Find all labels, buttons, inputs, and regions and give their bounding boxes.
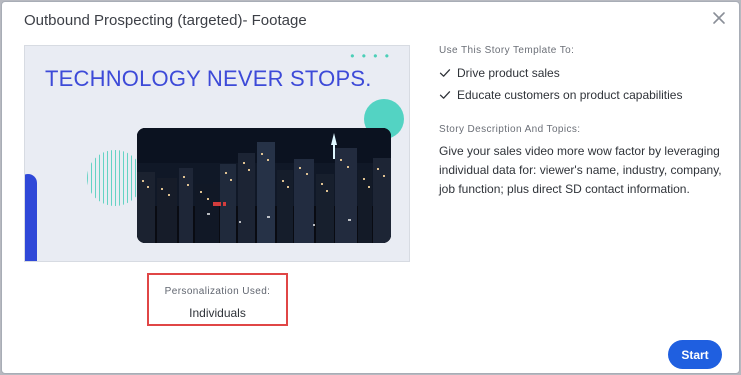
purpose-list: Drive product sales Educate customers on… bbox=[439, 66, 729, 102]
personalization-label: Personalization Used: bbox=[164, 286, 271, 297]
purpose-item: Educate customers on product capabilitie… bbox=[439, 88, 729, 102]
city-skyline-illustration bbox=[137, 128, 391, 243]
striped-circle-shape bbox=[87, 150, 143, 206]
purpose-item: Drive product sales bbox=[439, 66, 729, 80]
carousel-dots: • • • • bbox=[350, 49, 391, 63]
thumbnail-headline: TECHNOLOGY NEVER STOPS. bbox=[45, 66, 372, 91]
start-button[interactable]: Start bbox=[668, 340, 722, 369]
check-icon bbox=[439, 89, 451, 101]
close-button[interactable] bbox=[711, 10, 727, 26]
purpose-section-label: Use This Story Template To: bbox=[439, 45, 575, 56]
purpose-item-label: Drive product sales bbox=[457, 66, 560, 80]
story-description: Give your sales video more wow factor by… bbox=[439, 144, 722, 196]
check-icon bbox=[439, 67, 451, 79]
description-section-label: Story Description And Topics: bbox=[439, 124, 581, 135]
close-icon bbox=[713, 12, 725, 24]
blue-accent-bar bbox=[25, 174, 37, 261]
personalization-value: Individuals bbox=[189, 306, 246, 320]
purpose-item-label: Educate customers on product capabilitie… bbox=[457, 88, 683, 102]
city-skyline-image bbox=[137, 128, 391, 243]
story-template-details: Use This Story Template To: Drive produc… bbox=[439, 45, 729, 199]
personalization-highlight-box: Personalization Used: Individuals bbox=[147, 273, 288, 326]
story-template-modal: Outbound Prospecting (targeted)- Footage… bbox=[1, 1, 740, 374]
modal-title: Outbound Prospecting (targeted)- Footage bbox=[24, 12, 307, 29]
story-template-thumbnail: • • • • TECHNOLOGY NEVER STOPS. bbox=[24, 45, 410, 262]
